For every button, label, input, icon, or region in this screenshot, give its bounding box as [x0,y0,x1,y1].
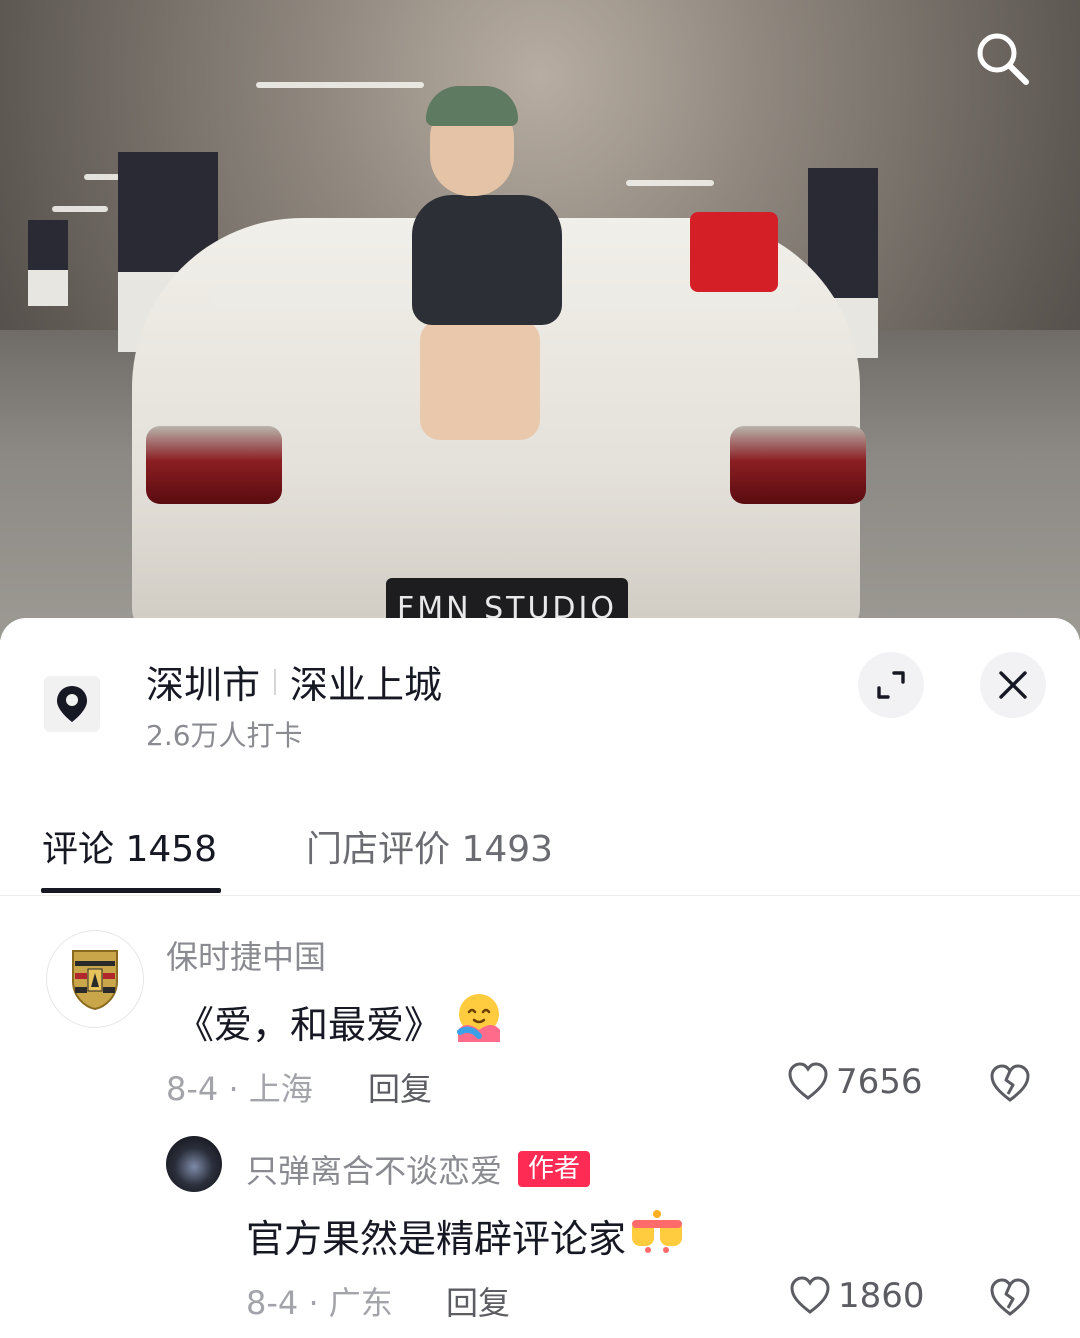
comment-username[interactable]: 保时捷中国 [166,932,326,978]
ceiling-light [84,174,120,180]
comment-text-content: 《爱，和最爱》 [176,1003,443,1047]
broken-heart-icon [990,1064,1030,1102]
close-button[interactable] [980,652,1046,718]
location-pin-icon [57,686,87,722]
reply-dislike-button[interactable] [988,1276,1032,1320]
parking-pillar [28,220,68,306]
like-button[interactable]: 7656 [786,1060,923,1104]
heart-icon [788,1062,828,1100]
comment-tabs: 评论 1458 门店评价 1493 [0,814,1080,896]
author-badge: 作者 [518,1151,591,1187]
active-tab-indicator [41,888,221,893]
location-city: 深圳市 [146,663,261,707]
location-comments-panel: 深圳市 深业上城 2.6万人打卡 评论 1458 门店评价 1493 保时捷中国… [0,618,1080,1338]
child-figure-hat [426,86,518,126]
reply-button[interactable]: 回复 [368,1064,432,1110]
car-taillight [146,426,282,504]
checkin-count: 2.6万人打卡 [146,719,303,752]
broken-heart-icon [990,1278,1030,1316]
car-taillight [730,426,866,504]
expand-button[interactable] [858,652,924,718]
reply-date-location: 8-4 · 广东 [246,1284,393,1322]
close-icon [999,671,1027,699]
reply-avatar[interactable] [166,1136,222,1192]
dislike-button[interactable] [988,1062,1032,1106]
comment-text: 《爱，和最爱》 [176,990,506,1053]
reply-username-row: 只弹离合不谈恋爱 作者 [246,1146,591,1192]
reply-text: 官方果然是精辟评论家 [246,1206,686,1265]
expand-icon [877,671,905,699]
reply-reply-button[interactable]: 回复 [446,1278,510,1324]
tab-comments[interactable]: 评论 1458 [42,820,217,872]
child-figure-legs [420,320,540,440]
ceiling-light [52,206,108,212]
reply-like-count: 1860 [838,1276,925,1316]
happy-meal-box [690,212,778,292]
fist-bump-emoji-icon [628,1206,686,1265]
search-icon [977,33,1029,85]
tab-store-reviews[interactable]: 门店评价 1493 [306,820,553,872]
reply-text-content: 官方果然是精辟评论家 [246,1217,627,1261]
heart-icon [790,1276,830,1314]
reply-username[interactable]: 只弹离合不谈恋爱 [246,1146,502,1192]
comment-date-location: 8-4 · 上海 [166,1070,313,1108]
location-separator [274,668,277,695]
location-icon-box [44,676,100,732]
video-frame[interactable]: FMN STUDIO [0,0,1080,640]
child-figure [412,195,562,325]
reply-like-button[interactable]: 1860 [788,1274,925,1318]
like-count: 7656 [836,1062,923,1102]
search-button[interactable] [972,28,1032,88]
location-place: 深业上城 [290,663,443,707]
ceiling-light [256,82,424,88]
porsche-crest-logo [72,950,118,1011]
hug-emoji-icon [452,990,506,1053]
location-title[interactable]: 深圳市 深业上城 [146,654,442,709]
ceiling-light [626,180,714,186]
avatar[interactable] [46,930,144,1028]
